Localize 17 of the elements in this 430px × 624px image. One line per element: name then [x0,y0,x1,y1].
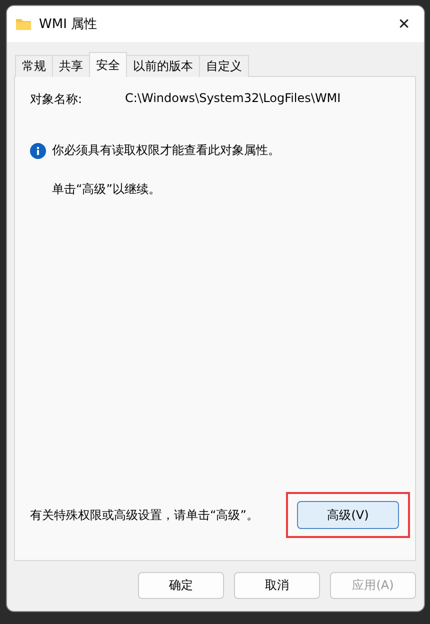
advanced-note: 有关特殊权限或高级设置，请单击“高级”。 [30,506,258,524]
tab[interactable]: 自定义 [199,55,249,77]
close-button[interactable]: ✕ [384,6,424,42]
tab[interactable]: 安全 [89,52,127,77]
tab[interactable]: 以前的版本 [126,55,200,77]
permission-message: 你必须具有读取权限才能查看此对象属性。 [52,142,280,159]
advanced-button[interactable]: 高级(V) [297,501,399,529]
window-title: WMI 属性 [39,16,98,33]
object-path: C:\Windows\System32\LogFiles\WMI [125,91,341,107]
dialog-button[interactable]: 确定 [138,572,224,599]
folder-icon [16,18,31,30]
dialog-button[interactable]: 取消 [234,572,320,599]
tab[interactable]: 共享 [52,55,90,77]
info-icon [30,142,46,158]
hint-text: 单击“高级”以继续。 [52,181,162,198]
field-label: 对象名称: [30,91,84,108]
tab[interactable]: 常规 [15,55,53,77]
